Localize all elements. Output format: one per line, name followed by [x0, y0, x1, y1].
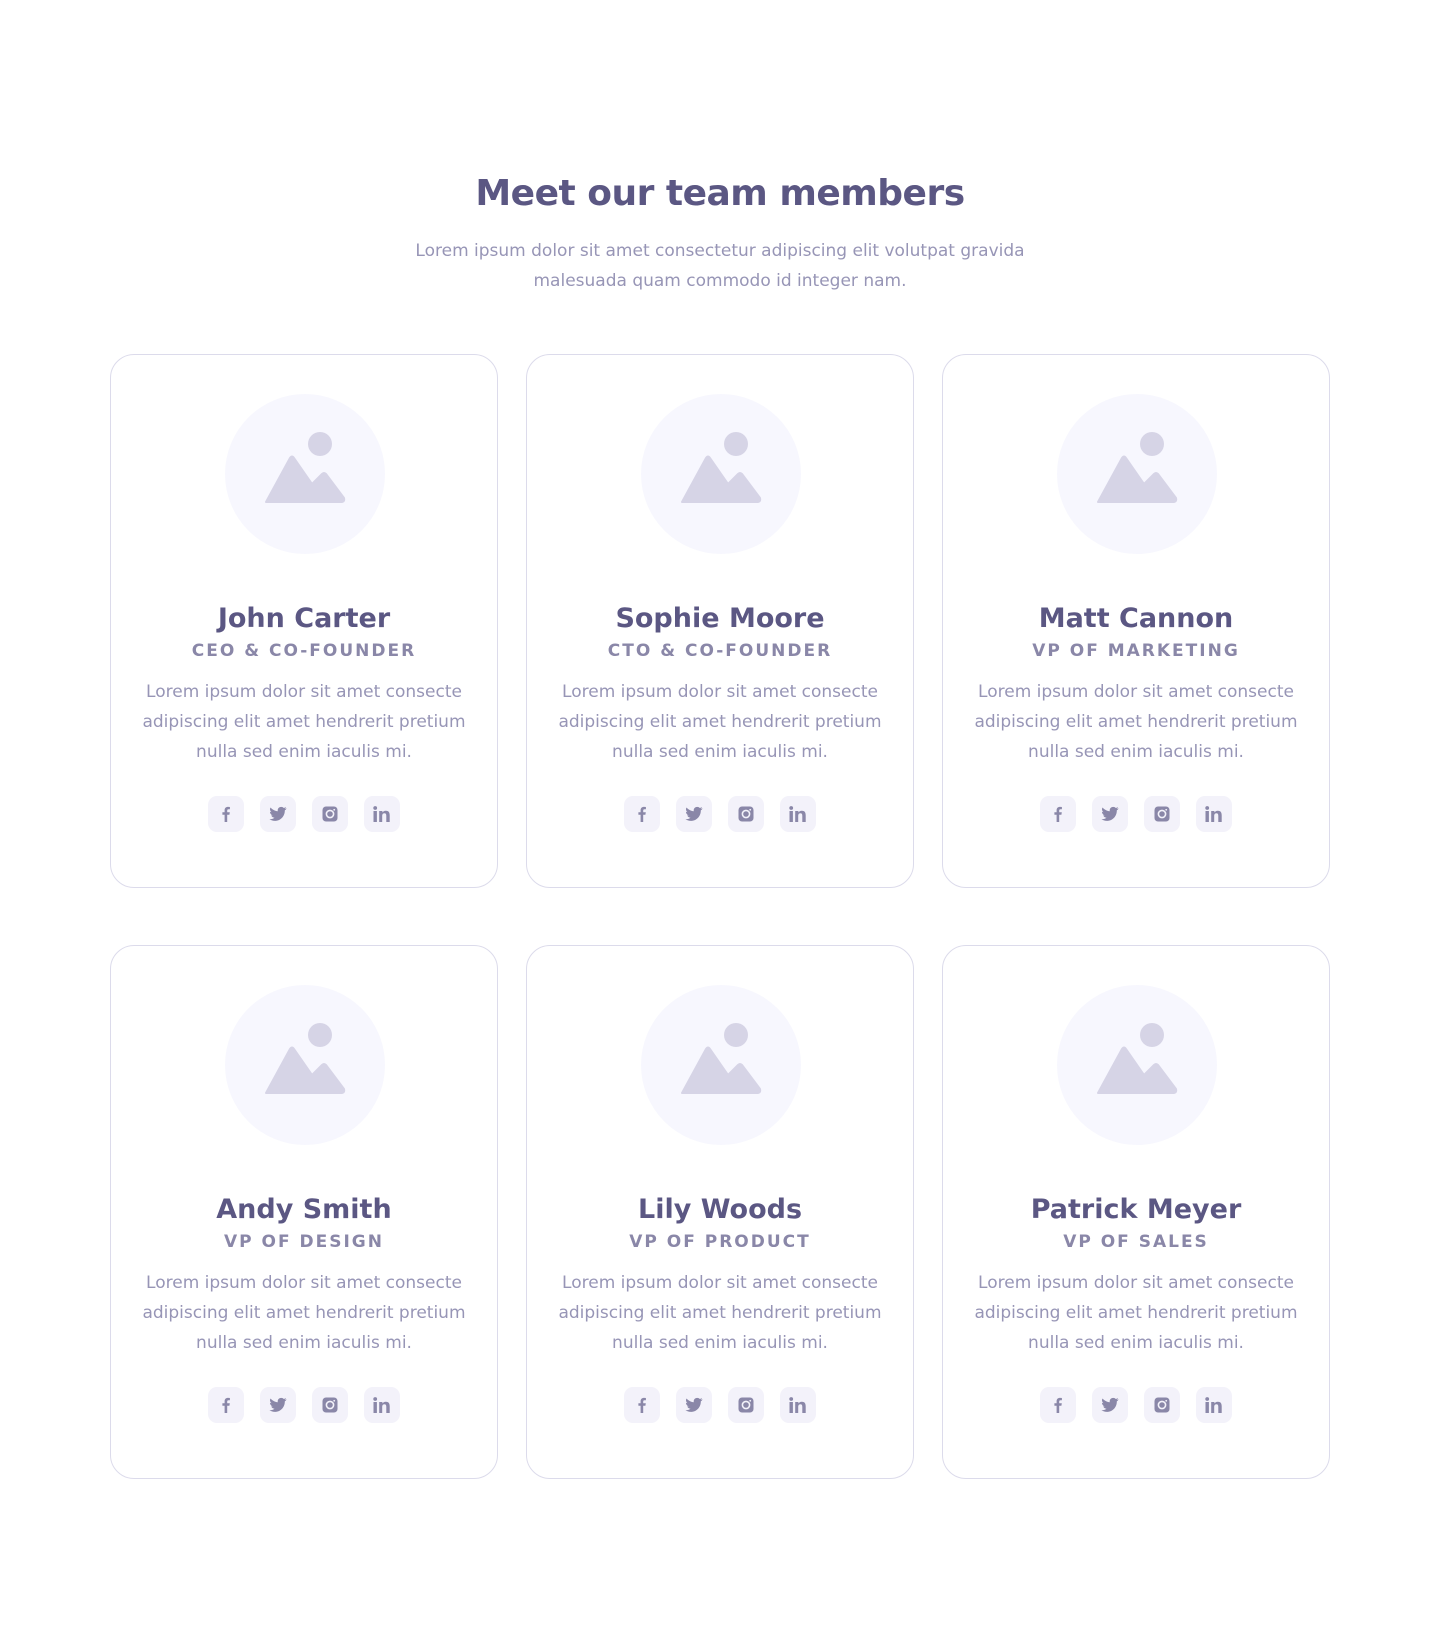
image-placeholder-icon — [265, 1023, 346, 1094]
image-placeholder-icon — [1097, 432, 1178, 503]
facebook-icon — [638, 806, 646, 822]
facebook-link[interactable] — [208, 1387, 244, 1423]
linkedin-link[interactable] — [780, 1387, 816, 1423]
facebook-link[interactable] — [624, 1387, 660, 1423]
instagram-link[interactable] — [1144, 796, 1180, 832]
social-links — [111, 1387, 497, 1423]
avatar-placeholder — [225, 985, 385, 1145]
avatar-placeholder — [1057, 985, 1217, 1145]
image-placeholder-icon — [681, 432, 762, 503]
facebook-icon — [638, 1397, 646, 1413]
member-name: Matt Cannon — [1038, 603, 1234, 634]
member-role: VP OF PRODUCT — [629, 1232, 811, 1252]
linkedin-link[interactable] — [364, 1387, 400, 1423]
linkedin-icon — [789, 1397, 806, 1413]
social-links — [943, 796, 1329, 832]
linkedin-icon — [1205, 806, 1222, 822]
twitter-icon — [1101, 806, 1119, 821]
member-name: John Carter — [217, 603, 391, 634]
avatar-placeholder — [225, 394, 385, 554]
linkedin-icon — [789, 806, 806, 822]
twitter-icon — [1101, 1397, 1119, 1412]
member-name: Sophie Moore — [615, 603, 825, 634]
social-links — [943, 1387, 1329, 1423]
member-role: VP OF SALES — [1063, 1232, 1209, 1252]
section-subtitle: Lorem ipsum dolor sit amet consectetur a… — [415, 241, 1025, 291]
team-member-card: Patrick Meyer VP OF SALES Lorem ipsum do… — [942, 945, 1330, 1479]
social-links — [111, 796, 497, 832]
facebook-icon — [1054, 1397, 1062, 1413]
twitter-icon — [685, 1397, 703, 1412]
instagram-icon — [322, 1397, 338, 1413]
facebook-link[interactable] — [1040, 1387, 1076, 1423]
facebook-link[interactable] — [1040, 796, 1076, 832]
linkedin-icon — [373, 1397, 390, 1413]
linkedin-icon — [373, 806, 390, 822]
member-bio: Lorem ipsum dolor sit amet consecte adip… — [558, 1273, 882, 1353]
twitter-icon — [269, 1397, 287, 1412]
team-member-card: John Carter CEO & CO-FOUNDER Lorem ipsum… — [110, 354, 498, 888]
team-member-card: Matt Cannon VP OF MARKETING Lorem ipsum … — [942, 354, 1330, 888]
social-links — [527, 1387, 913, 1423]
facebook-link[interactable] — [208, 796, 244, 832]
member-bio: Lorem ipsum dolor sit amet consecte adip… — [142, 682, 466, 762]
linkedin-link[interactable] — [780, 796, 816, 832]
twitter-link[interactable] — [676, 796, 712, 832]
instagram-icon — [1154, 806, 1170, 822]
facebook-link[interactable] — [624, 796, 660, 832]
team-member-card: Lily Woods VP OF PRODUCT Lorem ipsum dol… — [526, 945, 914, 1479]
facebook-icon — [222, 806, 230, 822]
twitter-link[interactable] — [1092, 796, 1128, 832]
instagram-icon — [738, 1397, 754, 1413]
instagram-link[interactable] — [728, 1387, 764, 1423]
twitter-link[interactable] — [1092, 1387, 1128, 1423]
twitter-link[interactable] — [676, 1387, 712, 1423]
member-role: CTO & CO-FOUNDER — [607, 641, 833, 661]
social-links — [527, 796, 913, 832]
twitter-icon — [685, 806, 703, 821]
team-member-card: Sophie Moore CTO & CO-FOUNDER Lorem ipsu… — [526, 354, 914, 888]
instagram-icon — [322, 806, 338, 822]
instagram-icon — [738, 806, 754, 822]
avatar-placeholder — [641, 985, 801, 1145]
linkedin-link[interactable] — [1196, 796, 1232, 832]
member-name: Andy Smith — [216, 1194, 392, 1225]
image-placeholder-icon — [681, 1023, 762, 1094]
linkedin-link[interactable] — [1196, 1387, 1232, 1423]
avatar-placeholder — [641, 394, 801, 554]
member-bio: Lorem ipsum dolor sit amet consecte adip… — [558, 682, 882, 762]
member-bio: Lorem ipsum dolor sit amet consecte adip… — [142, 1273, 466, 1353]
instagram-link[interactable] — [1144, 1387, 1180, 1423]
facebook-icon — [1054, 806, 1062, 822]
twitter-icon — [269, 806, 287, 821]
instagram-link[interactable] — [312, 1387, 348, 1423]
member-role: CEO & CO-FOUNDER — [191, 641, 417, 661]
team-grid: John Carter CEO & CO-FOUNDER Lorem ipsum… — [110, 354, 1330, 1479]
instagram-link[interactable] — [728, 796, 764, 832]
member-role: VP OF DESIGN — [224, 1232, 384, 1252]
instagram-icon — [1154, 1397, 1170, 1413]
section-title: Meet our team members — [475, 173, 965, 214]
image-placeholder-icon — [265, 432, 346, 503]
linkedin-icon — [1205, 1397, 1222, 1413]
image-placeholder-icon — [1097, 1023, 1178, 1094]
member-name: Lily Woods — [637, 1194, 803, 1225]
team-member-card: Andy Smith VP OF DESIGN Lorem ipsum dolo… — [110, 945, 498, 1479]
avatar-placeholder — [1057, 394, 1217, 554]
member-bio: Lorem ipsum dolor sit amet consecte adip… — [974, 1273, 1298, 1353]
facebook-icon — [222, 1397, 230, 1413]
team-section: Meet our team members Lorem ipsum dolor … — [0, 0, 1440, 1652]
member-name: Patrick Meyer — [1030, 1194, 1242, 1225]
member-bio: Lorem ipsum dolor sit amet consecte adip… — [974, 682, 1298, 762]
member-role: VP OF MARKETING — [1032, 641, 1240, 661]
twitter-link[interactable] — [260, 796, 296, 832]
instagram-link[interactable] — [312, 796, 348, 832]
twitter-link[interactable] — [260, 1387, 296, 1423]
linkedin-link[interactable] — [364, 796, 400, 832]
